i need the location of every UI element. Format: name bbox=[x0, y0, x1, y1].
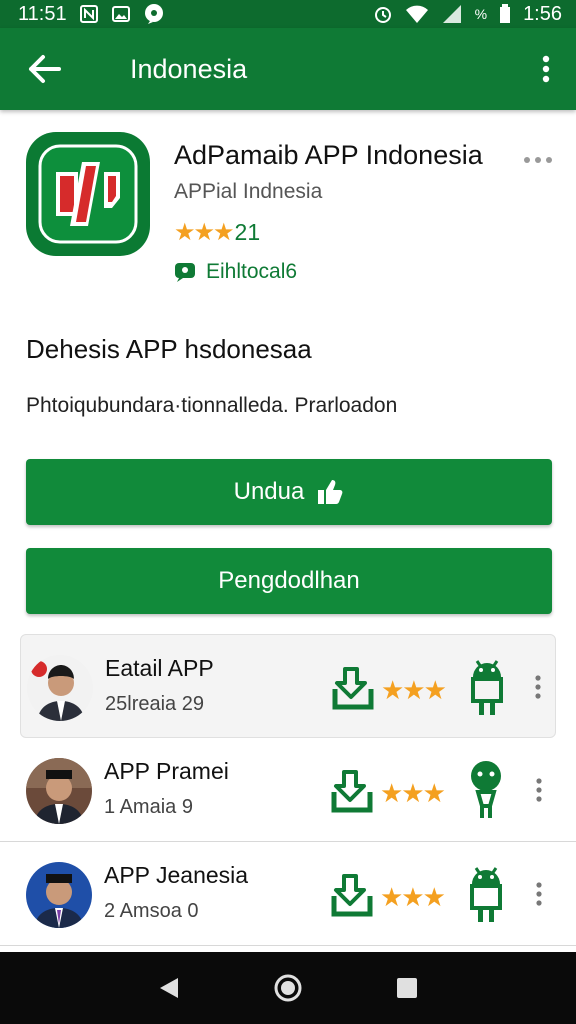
more-vert-icon bbox=[536, 778, 542, 802]
nav-back-button[interactable] bbox=[144, 963, 194, 1013]
more-horiz-icon bbox=[524, 157, 552, 163]
back-triangle-icon bbox=[160, 978, 179, 998]
message-badge-icon bbox=[175, 263, 195, 282]
list-item-subtitle: 1 Amaia 9 bbox=[104, 796, 193, 818]
description-text: Phtoiqubundara·tionnalleda. Prarloadon bbox=[26, 394, 398, 417]
android-icon bbox=[466, 862, 506, 924]
list-item-title: APP Jeanesia bbox=[104, 862, 249, 888]
nav-recents-button[interactable] bbox=[382, 963, 432, 1013]
list-item[interactable]: Eatail APP 25lreaia 29 ★★★ bbox=[20, 634, 556, 738]
avatar bbox=[26, 862, 92, 928]
battery-percent: % bbox=[474, 6, 488, 22]
page-title: Indonesia bbox=[130, 53, 248, 84]
arrow-back-icon bbox=[29, 55, 61, 83]
wifi-icon bbox=[405, 4, 429, 24]
robot-icon bbox=[466, 758, 506, 820]
back-button[interactable] bbox=[0, 28, 88, 110]
install-arrow-icon[interactable] bbox=[331, 665, 377, 711]
list-item-stars: ★★★ bbox=[380, 882, 446, 912]
app-logo bbox=[26, 132, 150, 256]
alarm-icon bbox=[373, 4, 393, 24]
install-button[interactable]: Undua bbox=[26, 459, 552, 525]
list-item-title: APP Pramei bbox=[104, 758, 229, 784]
avatar bbox=[26, 758, 92, 824]
more-vert-icon bbox=[542, 55, 550, 83]
secondary-button[interactable]: Pengdodlhan bbox=[26, 548, 552, 614]
rating-stars: ★★★ bbox=[174, 219, 235, 246]
badge-row: Eihltocal6 bbox=[174, 260, 297, 284]
badge-label: Eihltocal6 bbox=[206, 260, 298, 283]
status-time-left: 11:51 bbox=[18, 2, 67, 25]
list-item-stars: ★★★ bbox=[380, 778, 446, 808]
install-arrow-icon[interactable] bbox=[330, 768, 376, 814]
android-icon bbox=[467, 655, 507, 717]
list-item[interactable]: APP Pramei 1 Amaia 9 ★★★ bbox=[0, 738, 576, 842]
list-item-stars: ★★★ bbox=[381, 675, 447, 705]
secondary-button-label: Pengdodlhan bbox=[218, 567, 360, 594]
install-button-label: Undua bbox=[233, 478, 305, 505]
chat-icon bbox=[143, 3, 165, 25]
rating-row: ★★★ 21 bbox=[174, 218, 260, 247]
list-item-more-button[interactable] bbox=[528, 774, 550, 806]
system-nav-bar bbox=[0, 952, 576, 1024]
app-name: AdPamaib APP Indonesia bbox=[174, 140, 483, 170]
overflow-menu-button[interactable] bbox=[516, 28, 576, 110]
app-bar: Indonesia bbox=[0, 28, 576, 110]
status-left: 11:51 bbox=[18, 3, 165, 26]
home-circle-icon bbox=[274, 974, 302, 1002]
nav-home-button[interactable] bbox=[263, 963, 313, 1013]
notification-n-icon bbox=[79, 4, 99, 24]
install-arrow-icon[interactable] bbox=[330, 872, 376, 918]
rating-count: 21 bbox=[234, 219, 261, 245]
avatar bbox=[27, 655, 93, 721]
signal-icon bbox=[441, 4, 463, 24]
app-header: AdPamaib APP Indonesia APPial Indnesia ★… bbox=[0, 110, 576, 310]
battery-icon bbox=[499, 4, 511, 24]
description-title: Dehesis APP hsdonesaa bbox=[26, 334, 312, 364]
status-right: % 1:56 bbox=[373, 3, 562, 26]
header-more-button[interactable] bbox=[520, 148, 556, 172]
list-item-subtitle: 25lreaia 29 bbox=[105, 693, 204, 715]
app-list: Eatail APP 25lreaia 29 ★★★ APP Pramei 1 … bbox=[0, 634, 576, 946]
thumbs-up-icon bbox=[318, 480, 343, 504]
more-vert-icon bbox=[535, 675, 541, 699]
recents-square-icon bbox=[396, 978, 417, 998]
list-item-more-button[interactable] bbox=[527, 671, 549, 703]
list-item-title: Eatail APP bbox=[105, 655, 214, 681]
app-developer: APPial Indnesia bbox=[174, 180, 323, 203]
list-item-subtitle: 2 Amsoa 0 bbox=[104, 900, 199, 922]
list-item[interactable]: APP Jeanesia 2 Amsoa 0 ★★★ bbox=[0, 842, 576, 946]
image-icon bbox=[111, 4, 131, 24]
status-time-right: 1:56 bbox=[523, 2, 562, 25]
list-item-more-button[interactable] bbox=[528, 878, 550, 910]
more-vert-icon bbox=[536, 882, 542, 906]
status-bar: 11:51 % 1:56 bbox=[0, 0, 576, 28]
